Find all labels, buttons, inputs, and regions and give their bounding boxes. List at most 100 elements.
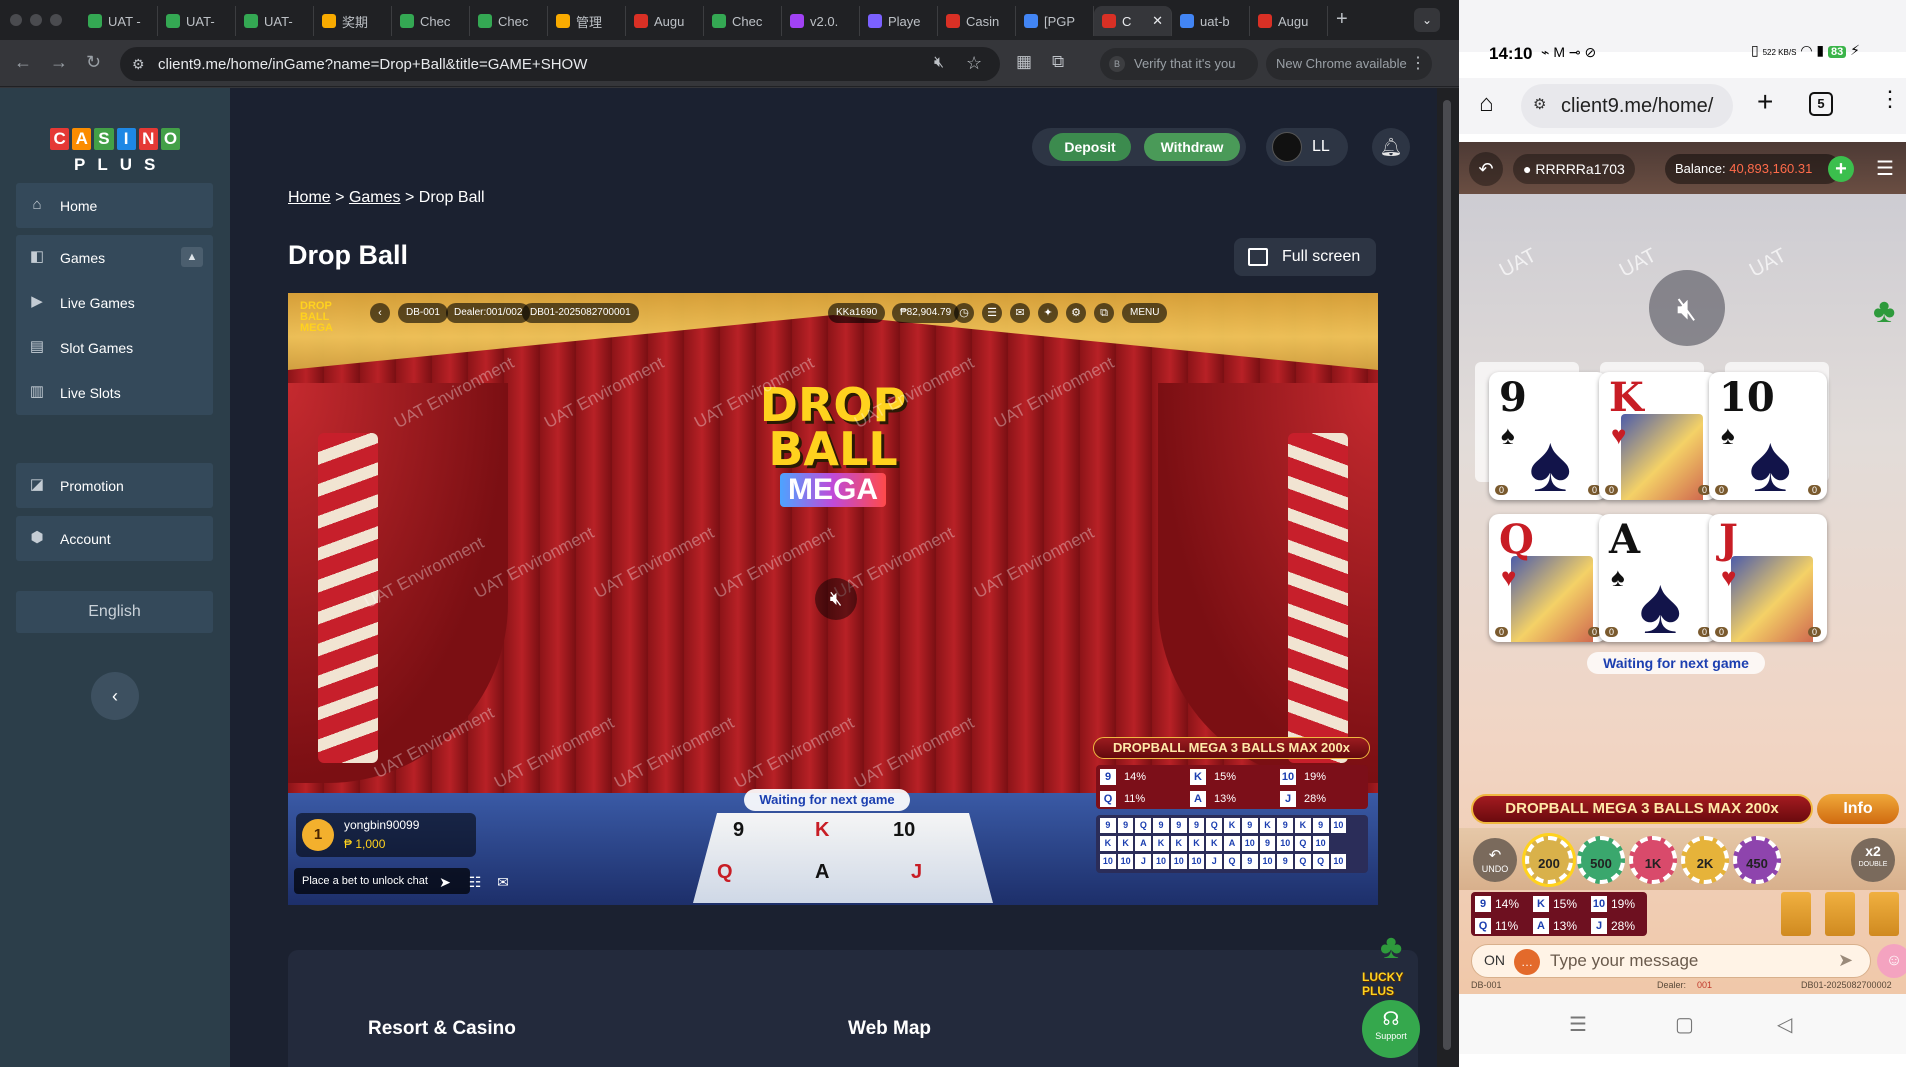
browser-tab[interactable]: 奖期 xyxy=(314,6,392,36)
deposit-button[interactable]: Deposit xyxy=(1049,133,1131,161)
breadcrumb-home[interactable]: Home xyxy=(288,189,331,206)
double-button[interactable]: x2 DOUBLE xyxy=(1851,838,1895,882)
game-back-icon[interactable]: ‹ xyxy=(370,303,390,323)
tab-search-icon[interactable]: ⌄ xyxy=(1414,8,1440,32)
browser-tab[interactable]: Chec xyxy=(392,6,470,36)
fullscreen-button[interactable]: Full screen xyxy=(1234,238,1376,276)
tab-muted-icon[interactable]: 🔇︎ xyxy=(934,54,944,72)
browser-tab[interactable]: [PGP xyxy=(1016,6,1094,36)
send-icon[interactable]: ➤ xyxy=(434,871,456,893)
reload-icon[interactable]: ↻ xyxy=(86,52,101,73)
phone-site-info-icon[interactable]: ⚙ xyxy=(1533,95,1546,113)
chat-toggle-label[interactable]: ON xyxy=(1484,952,1505,968)
settings-icon[interactable]: ⚙ xyxy=(1066,303,1086,323)
verify-chip[interactable]: B Verify that it's you xyxy=(1100,48,1258,80)
phone-odds-cell: J 28% xyxy=(1587,916,1635,936)
extension-icon[interactable]: ▦ xyxy=(1016,52,1032,72)
chat-toggle-icon[interactable]: ☰ xyxy=(982,303,1002,323)
bet-chip[interactable]: 1K xyxy=(1629,836,1677,884)
phone-tab-count[interactable]: 5 xyxy=(1809,92,1833,116)
sidebar-collapse-button[interactable]: ‹ xyxy=(91,672,139,720)
user-menu[interactable]: LL xyxy=(1266,128,1348,166)
bet-slot-2[interactable] xyxy=(1825,892,1855,936)
history-icon[interactable]: ◷ xyxy=(954,303,974,323)
puzzle-icon[interactable]: ⧉ xyxy=(1052,52,1064,72)
new-chrome-label: New Chrome available xyxy=(1276,56,1407,71)
window-minimize-dot[interactable] xyxy=(30,14,42,26)
recent-apps-icon[interactable]: ☰ xyxy=(1569,1012,1587,1037)
android-home-icon[interactable]: ▢ xyxy=(1675,1012,1694,1037)
bet-chip[interactable]: 200 xyxy=(1525,836,1573,884)
browser-tab[interactable]: Casin xyxy=(938,6,1016,36)
support-button[interactable]: ☊ Support xyxy=(1362,1000,1420,1058)
sidebar-item-account[interactable]: ⬢ Account xyxy=(16,516,213,561)
bet-chip[interactable]: 2K xyxy=(1681,836,1729,884)
tab-close-icon[interactable]: ✕ xyxy=(1152,13,1163,29)
odds-cell: 9 14% xyxy=(1096,767,1186,787)
sidebar-item-live-slots[interactable]: ▥ Live Slots xyxy=(16,370,213,415)
phone-menu-icon[interactable]: ⋮ xyxy=(1879,86,1901,112)
browser-tab[interactable]: UAT- xyxy=(236,6,314,36)
gift-icon[interactable]: ✉ xyxy=(1010,303,1030,323)
phone-chat-bar[interactable]: ON … Type your message ➤ xyxy=(1471,944,1871,978)
chat-input-placeholder[interactable]: Type your message xyxy=(1550,951,1698,971)
sidebar-item-games[interactable]: ◧ Games ▲ xyxy=(16,235,213,280)
odds-card-badge: K xyxy=(1190,769,1206,785)
phone-info-button[interactable]: Info xyxy=(1817,794,1899,824)
browser-tab[interactable]: Chec xyxy=(470,6,548,36)
new-chrome-chip[interactable]: New Chrome available ⋮ xyxy=(1266,48,1432,80)
kebab-menu-icon[interactable]: ⋮ xyxy=(1410,48,1426,80)
sidebar-item-live-games[interactable]: ▶ Live Games xyxy=(16,280,213,325)
game-frame[interactable]: DROP BALL MEGA UAT Environment UAT Enviro… xyxy=(288,293,1378,905)
browser-tab[interactable]: uat-b xyxy=(1172,6,1250,36)
browser-tab[interactable]: 管理 xyxy=(548,6,626,36)
scrollbar-thumb[interactable] xyxy=(1443,100,1451,1050)
window-zoom-dot[interactable] xyxy=(50,14,62,26)
breadcrumb-games[interactable]: Games xyxy=(349,189,401,206)
back-icon[interactable]: ← xyxy=(14,52,32,73)
emoji-icon[interactable]: ☺ xyxy=(1877,944,1906,978)
forward-icon[interactable]: → xyxy=(50,52,68,73)
bookmark-star-icon[interactable]: ☆ xyxy=(966,53,982,74)
table-switch-icon[interactable]: ⧉ xyxy=(1094,303,1114,323)
lucky-plus-badge[interactable]: ♣ LUCKY PLUS xyxy=(1360,928,1420,998)
browser-tab[interactable]: Augu xyxy=(1250,6,1328,36)
chat-list-icon[interactable]: ☷ xyxy=(464,871,486,893)
gift-box-icon[interactable]: ✉ xyxy=(492,871,514,893)
sidebar-item-promotion[interactable]: ◪ Promotion xyxy=(16,463,213,508)
address-bar[interactable]: ⚙ client9.me/home/inGame?name=Drop+Ball&… xyxy=(120,47,1000,81)
send-icon[interactable]: ➤ xyxy=(1838,950,1853,971)
phone-address-bar[interactable]: ⚙ client9.me/home/ xyxy=(1521,84,1733,128)
site-info-icon[interactable]: ⚙ xyxy=(132,56,145,73)
browser-tab[interactable]: v2.0. xyxy=(782,6,860,36)
phone-home-icon[interactable]: ⌂ xyxy=(1479,90,1494,118)
browser-tab[interactable]: Chec xyxy=(704,6,782,36)
hint-icon[interactable]: ✦ xyxy=(1038,303,1058,323)
game-mute-icon[interactable]: 🔇︎ xyxy=(815,578,857,620)
browser-tab[interactable]: Augu xyxy=(626,6,704,36)
phone-new-tab-icon[interactable]: + xyxy=(1757,86,1773,118)
bet-chip[interactable]: 450 xyxy=(1733,836,1781,884)
address-url[interactable]: client9.me/home/inGame?name=Drop+Ball&ti… xyxy=(158,56,587,73)
browser-tab[interactable]: Playe xyxy=(860,6,938,36)
browser-tab[interactable]: UAT- xyxy=(158,6,236,36)
casino-plus-logo[interactable]: CASINO PLUS xyxy=(50,128,181,178)
card-tray[interactable]: 9 K 10 Q A J xyxy=(693,813,993,903)
bet-slot-1[interactable] xyxy=(1781,892,1811,936)
bet-slot-3[interactable] xyxy=(1869,892,1899,936)
browser-tab[interactable]: UAT - xyxy=(80,6,158,36)
bet-chip[interactable]: 500 xyxy=(1577,836,1625,884)
undo-button[interactable]: ↶ UNDO xyxy=(1473,838,1517,882)
android-back-icon[interactable]: ◁ xyxy=(1777,1012,1792,1037)
window-close-dot[interactable] xyxy=(10,14,22,26)
phone-address-url[interactable]: client9.me/home/ xyxy=(1561,95,1713,118)
bell-icon[interactable]: 🔔︎ xyxy=(1372,128,1410,166)
language-selector[interactable]: English xyxy=(16,591,213,633)
browser-tab[interactable]: C ✕ xyxy=(1094,6,1172,36)
sidebar-item-slot-games[interactable]: ▤ Slot Games xyxy=(16,325,213,370)
chevron-up-icon[interactable]: ▲ xyxy=(181,247,203,267)
sidebar-item-home[interactable]: ⌂ Home xyxy=(16,183,213,228)
new-tab-icon[interactable]: + xyxy=(1336,8,1348,31)
withdraw-button[interactable]: Withdraw xyxy=(1144,133,1240,161)
game-menu-button[interactable]: MENU xyxy=(1122,303,1168,323)
